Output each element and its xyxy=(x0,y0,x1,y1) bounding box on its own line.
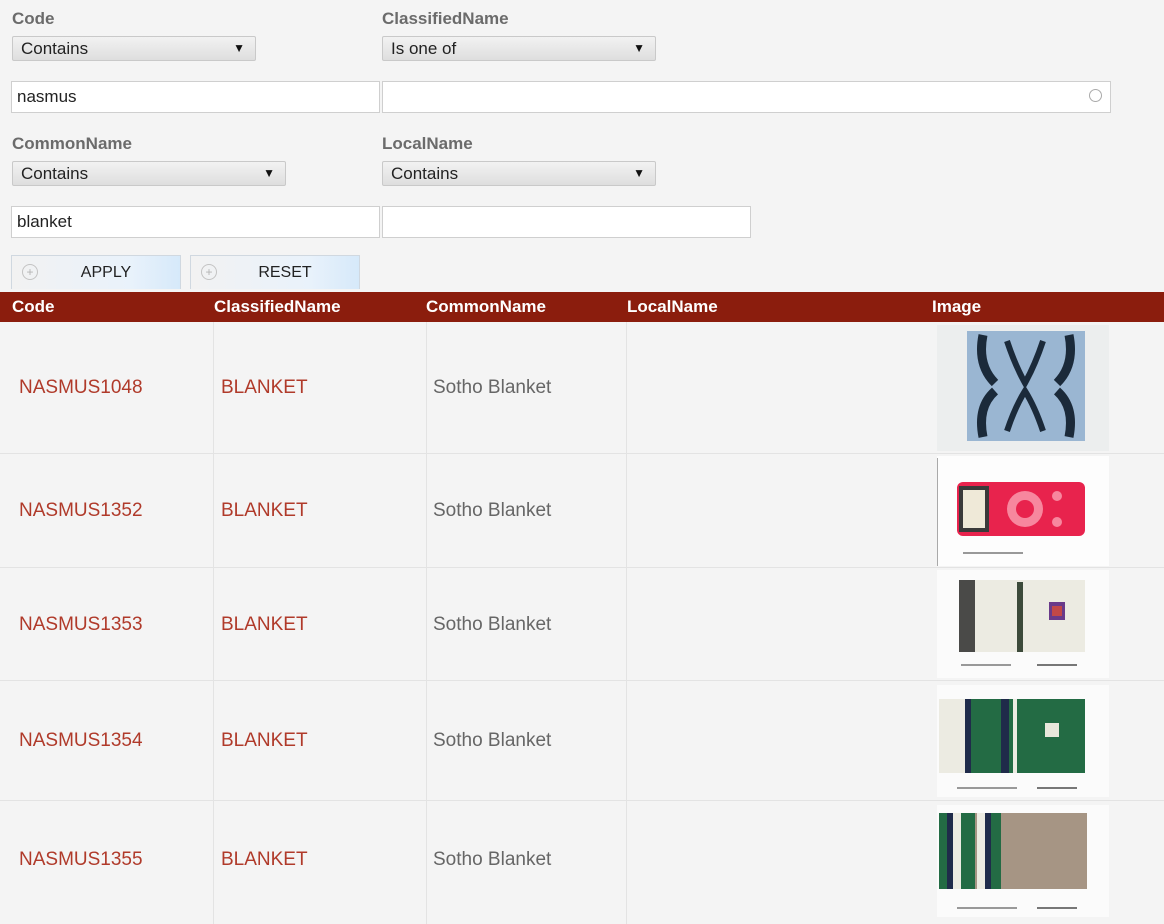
commonname-cell: Sotho Blanket xyxy=(433,849,552,870)
code-filter-value: nasmus xyxy=(17,87,77,106)
commonname-filter-label: CommonName xyxy=(12,134,132,153)
code-cell[interactable]: NASMUS1353 xyxy=(19,568,143,680)
classifiedname-filter-label: ClassifiedName xyxy=(382,9,509,28)
commonname-cell: Sotho Blanket xyxy=(433,614,552,635)
code-filter-input[interactable]: nasmus xyxy=(11,81,380,113)
loading-circle-icon xyxy=(1089,89,1102,102)
dropdown-arrow-icon: ▼ xyxy=(263,166,275,180)
dropdown-arrow-icon: ▼ xyxy=(233,41,245,55)
commonname-cell: Sotho Blanket xyxy=(433,500,552,521)
apply-button[interactable]: + APPLY xyxy=(11,255,181,289)
column-header-commonname[interactable]: CommonName xyxy=(426,297,546,317)
blanket-thumbnail-image[interactable] xyxy=(937,570,1109,678)
table-row[interactable]: NASMUS1355 BLANKET Sotho Blanket xyxy=(0,801,1164,924)
code-cell[interactable]: NASMUS1048 xyxy=(19,322,143,453)
commonname-operator-value: Contains xyxy=(21,164,89,183)
classifiedname-cell[interactable]: BLANKET xyxy=(221,681,308,800)
blanket-thumbnail-image[interactable] xyxy=(937,805,1109,917)
table-row[interactable]: NASMUS1352 BLANKET Sotho Blanket xyxy=(0,454,1164,568)
code-cell[interactable]: NASMUS1355 xyxy=(19,801,143,924)
blanket-thumbnail-image[interactable] xyxy=(937,456,1109,566)
dropdown-arrow-icon: ▼ xyxy=(633,41,645,55)
table-header: Code ClassifiedName CommonName LocalName… xyxy=(0,292,1164,322)
commonname-cell: Sotho Blanket xyxy=(433,377,552,398)
commonname-operator-select[interactable]: Contains ▼ xyxy=(12,161,286,186)
classifiedname-operator-select[interactable]: Is one of ▼ xyxy=(382,36,656,61)
classifiedname-cell[interactable]: BLANKET xyxy=(221,568,308,680)
commonname-filter-input[interactable]: blanket xyxy=(11,206,380,238)
classifiedname-filter-input[interactable] xyxy=(382,81,1111,113)
table-row[interactable]: NASMUS1353 BLANKET Sotho Blanket xyxy=(0,568,1164,681)
dropdown-arrow-icon: ▼ xyxy=(633,166,645,180)
code-filter-label: Code xyxy=(12,9,55,28)
commonname-cell: Sotho Blanket xyxy=(433,730,552,751)
table-row[interactable]: NASMUS1354 BLANKET Sotho Blanket xyxy=(0,681,1164,801)
blanket-thumbnail-image[interactable] xyxy=(937,685,1109,797)
localname-filter-label: LocalName xyxy=(382,134,473,153)
localname-operator-value: Contains xyxy=(391,164,459,183)
column-header-code[interactable]: Code xyxy=(12,297,55,317)
column-header-image[interactable]: Image xyxy=(932,297,981,317)
table-row[interactable]: NASMUS1048 BLANKET Sotho Blanket xyxy=(0,322,1164,454)
reset-button[interactable]: + RESET xyxy=(190,255,360,289)
classifiedname-operator-value: Is one of xyxy=(391,39,457,58)
code-operator-select[interactable]: Contains ▼ xyxy=(12,36,256,61)
commonname-filter-value: blanket xyxy=(17,212,72,231)
classifiedname-cell[interactable]: BLANKET xyxy=(221,454,308,567)
column-header-classifiedname[interactable]: ClassifiedName xyxy=(214,297,341,317)
localname-filter-input[interactable] xyxy=(382,206,751,238)
localname-operator-select[interactable]: Contains ▼ xyxy=(382,161,656,186)
code-cell[interactable]: NASMUS1354 xyxy=(19,681,143,800)
classifiedname-cell[interactable]: BLANKET xyxy=(221,322,308,453)
reset-button-label: RESET xyxy=(258,264,312,281)
code-operator-value: Contains xyxy=(21,39,89,58)
apply-button-label: APPLY xyxy=(80,264,132,281)
classifiedname-cell[interactable]: BLANKET xyxy=(221,801,308,924)
blanket-thumbnail-image[interactable] xyxy=(937,325,1109,451)
column-header-localname[interactable]: LocalName xyxy=(627,297,718,317)
code-cell[interactable]: NASMUS1352 xyxy=(19,454,143,567)
